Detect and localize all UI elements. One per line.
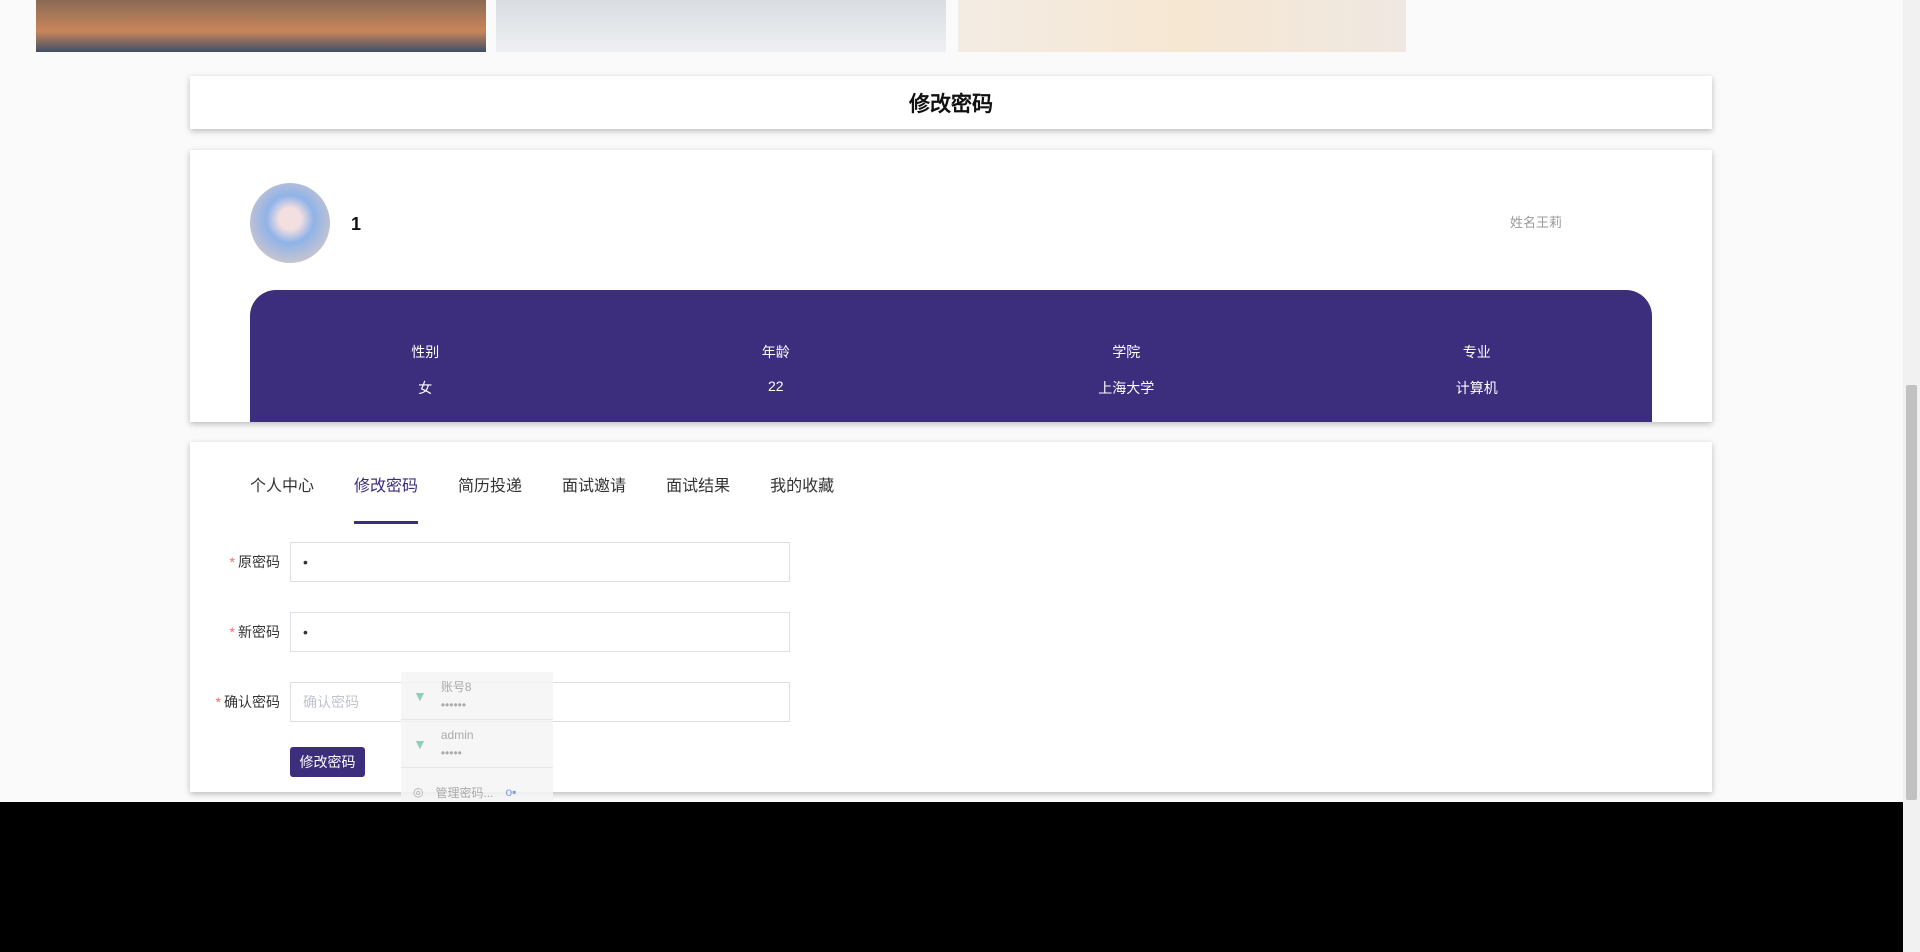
info-value: 22 [767,378,784,394]
tab-resume-submission[interactable]: 简历投递 [458,472,522,524]
tab-bar: 个人中心 修改密码 简历投递 面试邀请 面试结果 我的收藏 [250,472,834,524]
info-major: 专业 计算机 [1302,290,1653,422]
old-password-input[interactable] [290,542,790,582]
autofill-item[interactable]: ▼ 账号8 •••••• [401,672,553,720]
scrollbar[interactable] [1903,0,1920,952]
label-text: 确认密码 [224,694,280,710]
info-value: 上海大学 [1098,380,1155,396]
vue-icon: ▼ [413,735,427,752]
page-title: 修改密码 [190,76,1712,129]
required-mark: * [215,694,221,710]
footer [0,802,1903,952]
real-name: 姓名王莉 [1509,215,1562,230]
required-mark: * [229,554,235,570]
old-password-label: * 原密码 [190,552,290,572]
autofill-popup: ▼ 账号8 •••••• ▼ admin ••••• ◎ 管理密码... o▪ [401,672,553,816]
scrollbar-thumb[interactable] [1906,385,1917,800]
new-password-label: * 新密码 [190,622,290,642]
info-band: 性别女 年龄 22 学院上海大学 专业计算机 [250,290,1652,422]
username: 1 [351,214,362,234]
info-label: 学院 [1112,344,1141,360]
info-value: 计算机 [1455,380,1498,396]
info-label: 年龄 [761,344,790,360]
tab-personal-center[interactable]: 个人中心 [250,472,314,524]
tab-change-password[interactable]: 修改密码 [354,472,419,524]
autofill-pass: •••••• [440,697,467,712]
new-password-input[interactable] [290,612,790,652]
banner-image-paris [958,0,1406,52]
tab-interview-invitations[interactable]: 面试邀请 [562,472,626,524]
label-text: 原密码 [238,554,280,570]
key-icon: o▪ [505,785,517,799]
info-label: 性别 [411,344,440,360]
manage-passwords-label: 管理密码... [435,785,494,800]
banner-image-city [36,0,486,52]
autofill-user: 账号8 [440,679,472,694]
change-password-button[interactable]: 修改密码 [290,747,365,777]
tab-favorites[interactable]: 我的收藏 [770,472,834,524]
profile-card: 1 姓名王莉 性别女 年龄 22 学院上海大学 专业计算机 [190,150,1712,422]
old-password-row: * 原密码 [190,542,790,582]
avatar [250,183,330,263]
banner-image-building [496,0,946,52]
label-text: 新密码 [238,624,280,640]
required-mark: * [229,624,235,640]
autofill-pass: ••••• [440,745,462,760]
info-value: 女 [418,380,433,396]
info-college: 学院 上海大学 [951,290,1302,422]
vue-icon: ▼ [413,687,427,704]
info-gender: 性别女 [250,290,601,422]
confirm-password-label: * 确认密码 [190,692,290,712]
chrome-icon: ◎ [413,785,424,799]
info-label: 专业 [1462,344,1491,360]
new-password-row: * 新密码 [190,612,790,652]
tab-interview-results[interactable]: 面试结果 [666,472,730,524]
autofill-item[interactable]: ▼ admin ••••• [401,720,553,768]
autofill-user: admin [440,727,474,742]
info-age: 年龄 22 [601,290,952,422]
